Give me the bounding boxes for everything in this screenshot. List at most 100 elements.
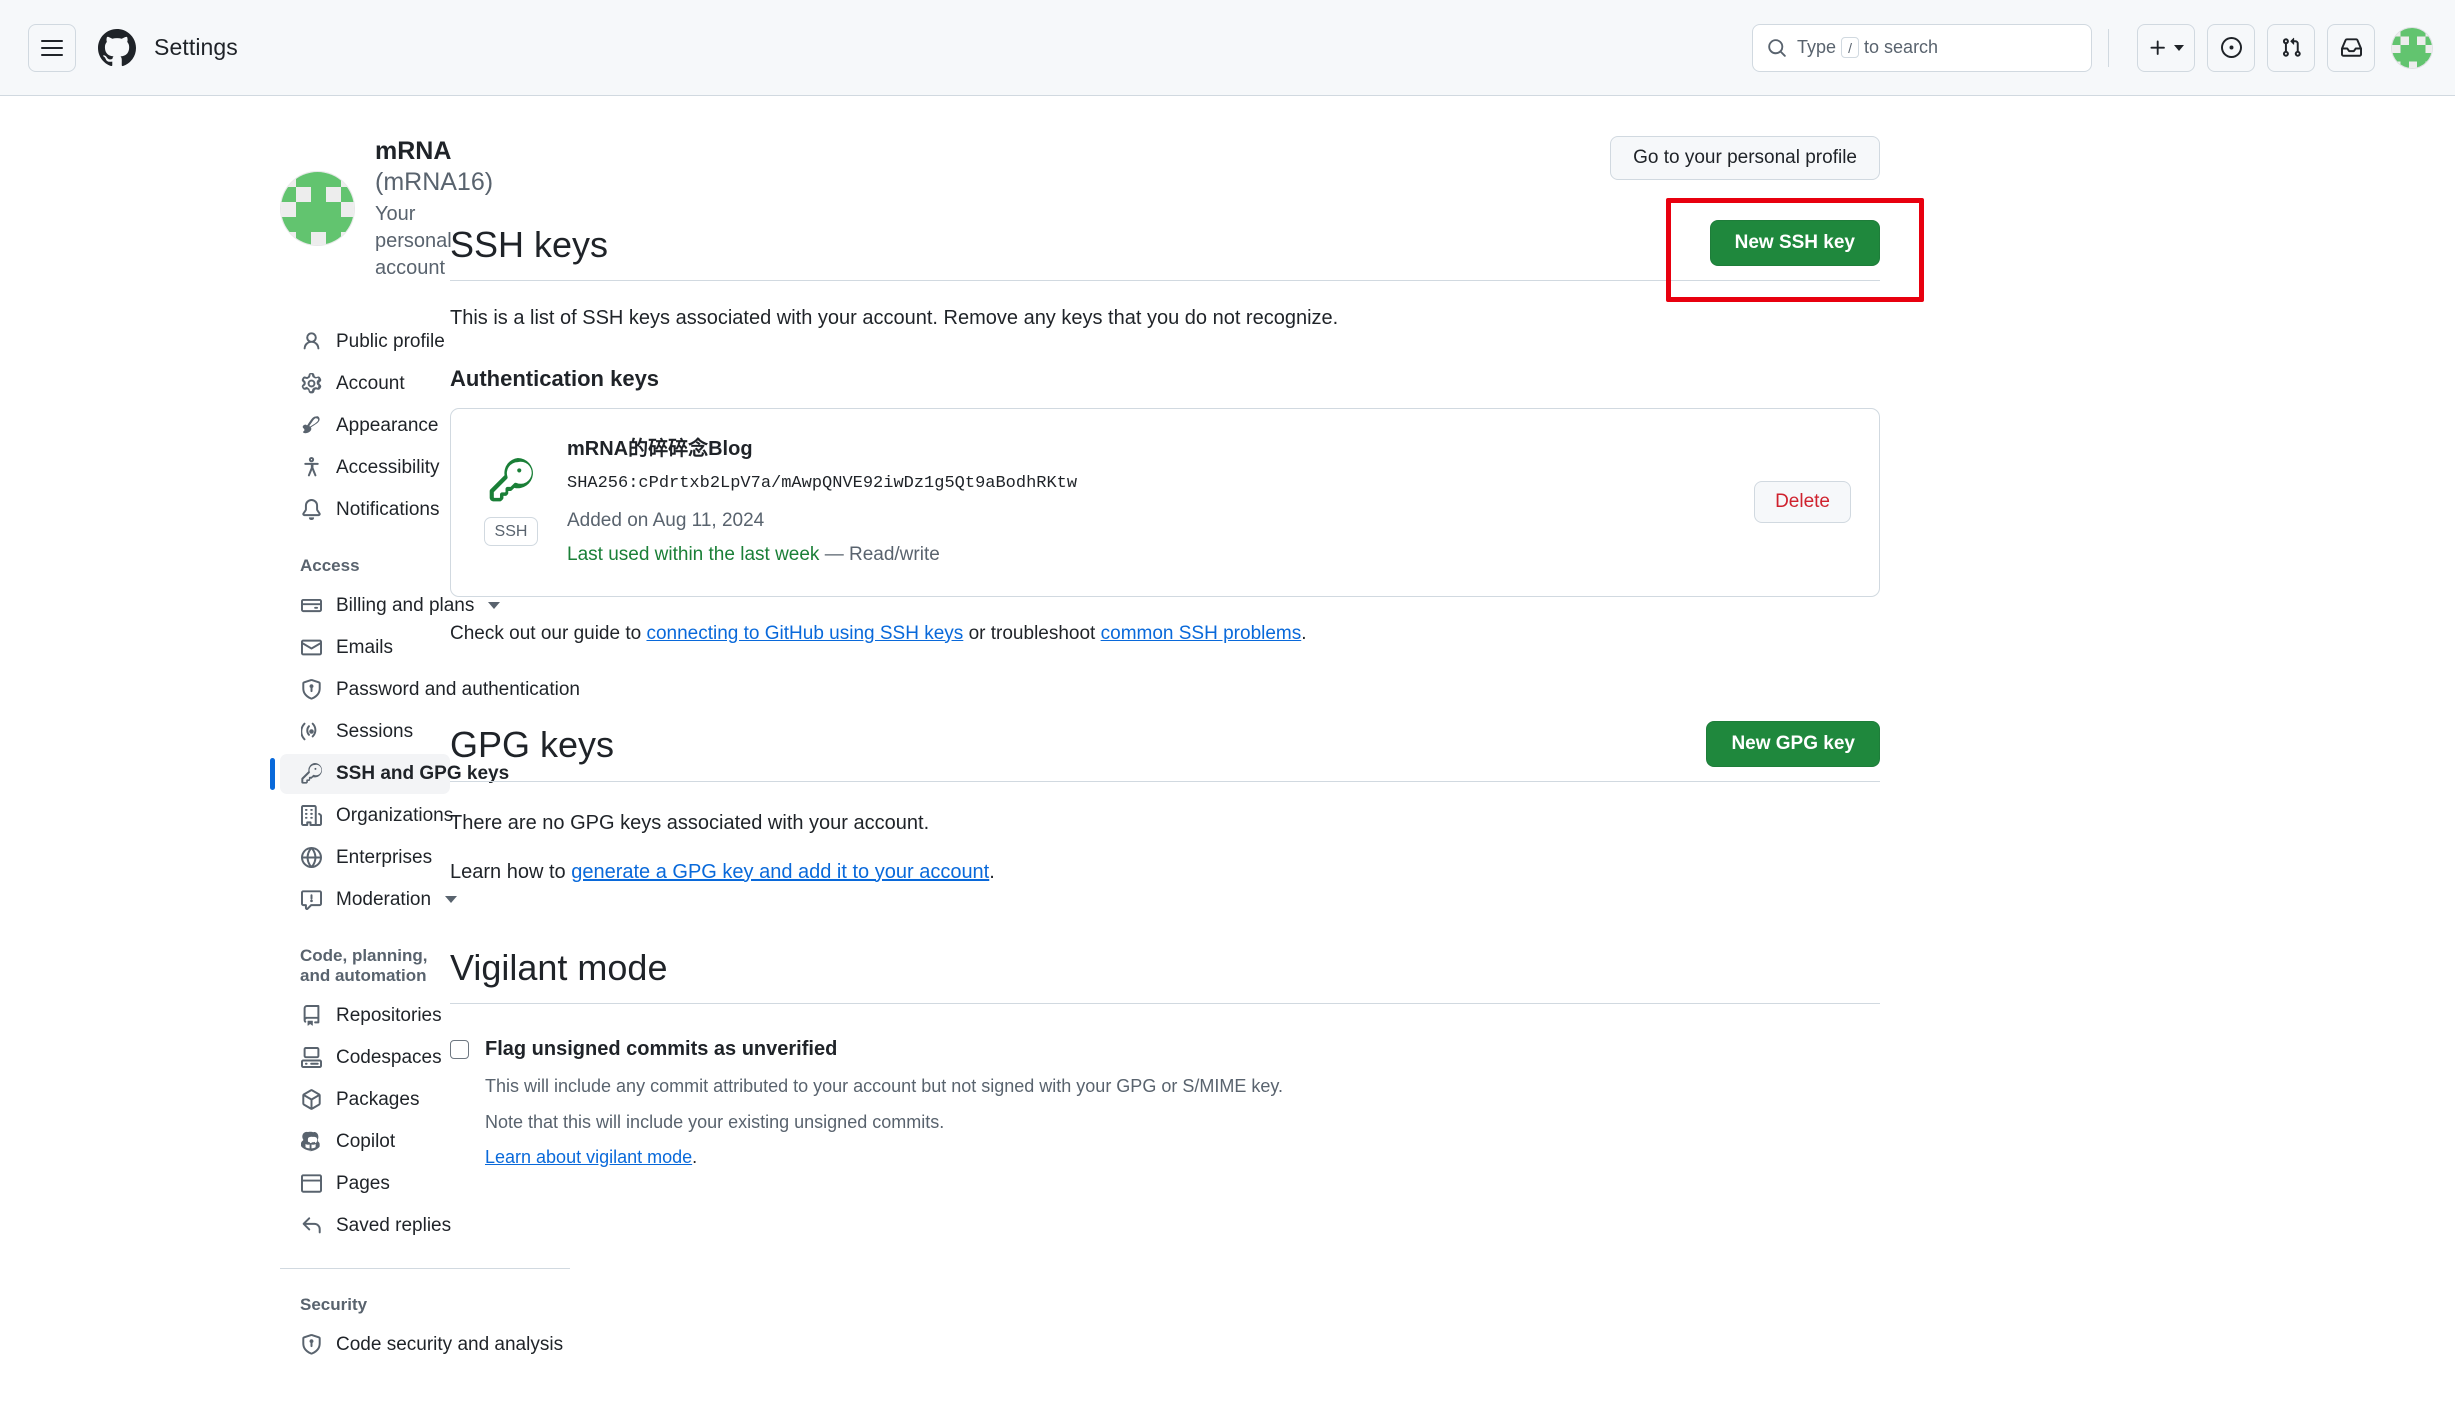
go-to-personal-profile-button[interactable]: Go to your personal profile: [1610, 136, 1880, 180]
github-logo-icon[interactable]: [98, 29, 136, 67]
vigilant-note-1: This will include any commit attributed …: [485, 1072, 1283, 1101]
flag-unsigned-commits-label[interactable]: Flag unsigned commits as unverified: [485, 1034, 1283, 1064]
issue-opened-icon: [2221, 37, 2242, 58]
person-icon: [300, 331, 322, 353]
gpg-keys-section-header: GPG keys New GPG key: [450, 721, 1880, 782]
vigilant-mode-section-header: Vigilant mode: [450, 946, 1880, 1004]
main-content: Go to your personal profile SSH keys New…: [450, 136, 1950, 1369]
mail-icon: [300, 637, 322, 659]
sidebar-group-title: Access: [280, 556, 450, 586]
new-gpg-key-button[interactable]: New GPG key: [1706, 721, 1880, 767]
sidebar-group-title: Code, planning, and automation: [280, 946, 450, 996]
key-icon: [300, 763, 322, 785]
vigilant-note-2: Note that this will include your existin…: [485, 1108, 1283, 1137]
search-placeholder: Type / to search: [1797, 37, 1938, 58]
main-topbar: Go to your personal profile: [450, 136, 1880, 180]
ssh-keys-section-header: SSH keys New SSH key: [450, 220, 1880, 281]
chevron-down-icon: [2174, 45, 2184, 51]
sidebar-item-label: Notifications: [336, 499, 440, 521]
account-avatar[interactable]: [280, 171, 355, 246]
credit-card-icon: [300, 595, 322, 617]
sidebar-item-label: Organizations: [336, 805, 453, 827]
gpg-learn-text: Learn how to generate a GPG key and add …: [450, 861, 1880, 884]
gear-icon: [300, 373, 322, 395]
git-pull-request-icon: [2281, 37, 2302, 58]
ssh-key-title: mRNA的碎碎念Blog: [567, 435, 1730, 463]
global-header: Settings Type / to search: [0, 0, 2455, 96]
sidebar-item-billing-and-plans[interactable]: Billing and plans: [280, 586, 450, 626]
sidebar-item-label: Public profile: [336, 331, 445, 353]
search-placeholder-prefix: Type: [1797, 37, 1836, 58]
sidebar-item-notifications[interactable]: Notifications: [280, 490, 450, 530]
globe-icon: [300, 847, 322, 869]
codespaces-icon: [300, 1047, 322, 1069]
search-slash-key: /: [1841, 37, 1859, 58]
package-icon: [300, 1089, 322, 1111]
ssh-guide-suffix: .: [1301, 623, 1306, 644]
sidebar-item-packages[interactable]: Packages: [280, 1080, 450, 1120]
flag-unsigned-commits-checkbox[interactable]: [450, 1040, 469, 1059]
common-ssh-problems-link[interactable]: common SSH problems: [1101, 623, 1302, 644]
sidebar-item-label: Appearance: [336, 415, 438, 437]
shield-check-icon: [300, 1334, 322, 1356]
issues-button[interactable]: [2207, 24, 2255, 72]
browser-icon: [300, 1173, 322, 1195]
notifications-button[interactable]: [2327, 24, 2375, 72]
search-input[interactable]: Type / to search: [1752, 24, 2092, 72]
vigilant-mode-section: Vigilant mode Flag unsigned commits as u…: [450, 946, 1880, 1169]
report-icon: [300, 889, 322, 911]
sidebar-item-label: Codespaces: [336, 1047, 442, 1069]
menu-toggle-button[interactable]: [28, 24, 76, 72]
new-ssh-key-button[interactable]: New SSH key: [1710, 220, 1880, 266]
avatar[interactable]: [2391, 27, 2433, 69]
pull-requests-button[interactable]: [2267, 24, 2315, 72]
sidebar-item-code-security-and-analysis[interactable]: Code security and analysis: [280, 1325, 450, 1365]
sidebar-item-repositories[interactable]: Repositories: [280, 996, 450, 1036]
sidebar-primary-nav: Public profile Account Appearance: [280, 322, 450, 530]
sidebar-item-accessibility[interactable]: Accessibility: [280, 448, 450, 488]
search-icon: [1767, 38, 1787, 58]
gpg-learn-suffix: .: [989, 861, 995, 883]
header-divider: [2108, 29, 2109, 67]
sidebar-item-label: Pages: [336, 1173, 436, 1195]
sidebar-item-saved-replies[interactable]: Saved replies: [280, 1206, 450, 1246]
sidebar-item-account[interactable]: Account: [280, 364, 450, 404]
sidebar-item-ssh-and-gpg-keys[interactable]: SSH and GPG keys: [280, 754, 450, 794]
ssh-key-permission: — Read/write: [819, 544, 939, 565]
sidebar-item-public-profile[interactable]: Public profile: [280, 322, 450, 362]
sidebar-group-code-planning-automation: Code, planning, and automation Repositor…: [280, 946, 450, 1246]
sidebar-item-password-and-authentication[interactable]: Password and authentication: [280, 670, 450, 710]
create-new-button[interactable]: [2137, 24, 2195, 72]
page-body: mRNA (mRNA16) Your personal account Publ…: [0, 96, 2455, 1369]
accessibility-icon: [300, 457, 322, 479]
reply-icon: [300, 1215, 322, 1237]
vigilant-learn-row: Learn about vigilant mode.: [485, 1147, 1283, 1168]
sidebar-item-copilot[interactable]: Copilot: [280, 1122, 450, 1162]
generate-gpg-key-link[interactable]: generate a GPG key and add it to your ac…: [571, 861, 989, 883]
sidebar-item-codespaces[interactable]: Codespaces: [280, 1038, 450, 1078]
hamburger-line: [41, 47, 63, 49]
broadcast-icon: [300, 721, 322, 743]
bell-icon: [300, 499, 322, 521]
vigilant-link-suffix: .: [692, 1147, 697, 1167]
connecting-to-github-ssh-link[interactable]: connecting to GitHub using SSH keys: [646, 623, 963, 644]
sidebar-item-enterprises[interactable]: Enterprises: [280, 838, 450, 878]
sidebar-item-appearance[interactable]: Appearance: [280, 406, 450, 446]
vigilant-option-text: Flag unsigned commits as unverified This…: [485, 1034, 1283, 1169]
hamburger-line: [41, 54, 63, 56]
ssh-keys-title: SSH keys: [450, 223, 608, 266]
sidebar-item-moderation[interactable]: Moderation: [280, 880, 450, 920]
organization-icon: [300, 805, 322, 827]
sidebar-item-label: Accessibility: [336, 457, 439, 479]
ssh-key-row: SSH mRNA的碎碎念Blog SHA256:cPdrtxb2LpV7a/mA…: [450, 408, 1880, 597]
learn-about-vigilant-mode-link[interactable]: Learn about vigilant mode: [485, 1147, 692, 1167]
sidebar-item-label: Copilot: [336, 1131, 436, 1153]
sidebar-item-sessions[interactable]: Sessions: [280, 712, 450, 752]
sidebar-item-label: Moderation: [336, 889, 431, 911]
sidebar-item-emails[interactable]: Emails: [280, 628, 450, 668]
sidebar-item-label: Sessions: [336, 721, 436, 743]
profile-display-name: mRNA: [375, 137, 450, 165]
sidebar-item-pages[interactable]: Pages: [280, 1164, 450, 1204]
delete-ssh-key-button[interactable]: Delete: [1754, 481, 1851, 523]
sidebar-item-organizations[interactable]: Organizations: [280, 796, 450, 836]
